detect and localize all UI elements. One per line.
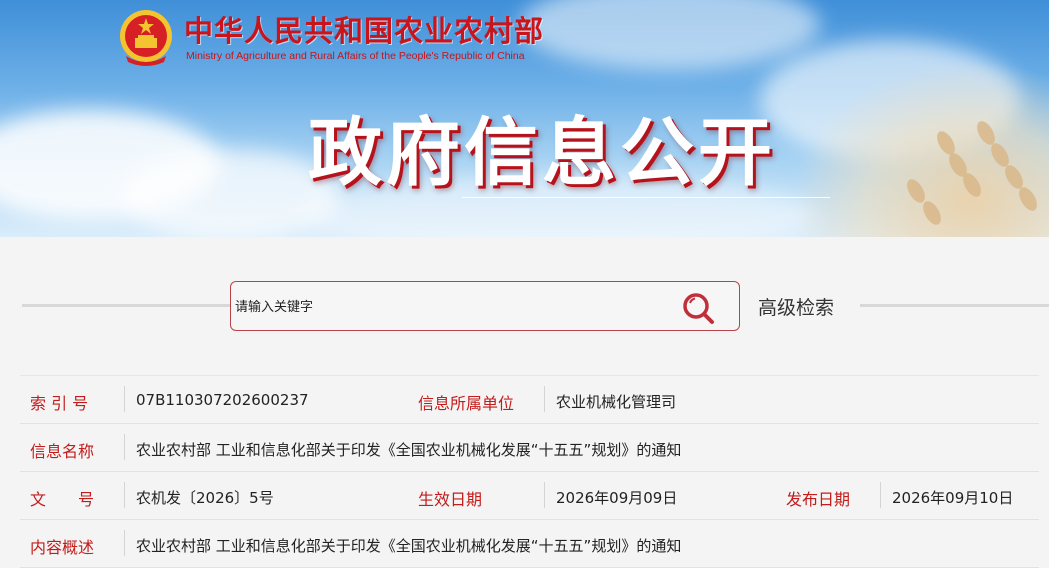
info-table: 索 引 号 07B110307202600237 信息所属单位 农业机械化管理司… bbox=[20, 375, 1039, 568]
title-underline bbox=[462, 197, 830, 198]
info-row-name: 信息名称 农业农村部 工业和信息化部关于印发《全国农业机械化发展“十五五”规划》… bbox=[20, 424, 1039, 472]
doc-number-label: 文 号 bbox=[30, 490, 95, 509]
divider-right bbox=[860, 304, 1049, 307]
search-icon[interactable] bbox=[679, 289, 719, 327]
index-label: 索 引 号 bbox=[30, 394, 89, 413]
index-value: 07B110307202600237 bbox=[136, 391, 309, 409]
ministry-name-en: Ministry of Agriculture and Rural Affair… bbox=[186, 50, 525, 62]
column-divider bbox=[124, 434, 125, 460]
info-row-doc: 文 号 农机发〔2026〕5号 生效日期 2026年09月09日 发布日期 20… bbox=[20, 472, 1039, 520]
name-label: 信息名称 bbox=[30, 442, 95, 461]
name-value: 农业农村部 工业和信息化部关于印发《全国农业机械化发展“十五五”规划》的通知 bbox=[136, 441, 682, 459]
column-divider bbox=[544, 482, 545, 508]
doc-number-value: 农机发〔2026〕5号 bbox=[136, 489, 274, 507]
advanced-search-link[interactable]: 高级检索 bbox=[758, 293, 834, 320]
search-input[interactable] bbox=[233, 294, 667, 320]
unit-label: 信息所属单位 bbox=[418, 394, 515, 413]
publish-date-label: 发布日期 bbox=[786, 490, 851, 509]
summary-label: 内容概述 bbox=[30, 538, 95, 557]
effective-date-label: 生效日期 bbox=[418, 490, 483, 509]
search-box bbox=[230, 281, 740, 331]
cloud-decoration bbox=[520, 0, 820, 70]
wheat-decoration bbox=[789, 60, 1049, 237]
unit-value: 农业机械化管理司 bbox=[556, 393, 677, 411]
national-emblem-icon bbox=[120, 10, 172, 66]
ministry-name-cn: 中华人民共和国农业农村部 bbox=[184, 14, 545, 48]
column-divider bbox=[880, 482, 881, 508]
effective-date-value: 2026年09月09日 bbox=[556, 489, 678, 507]
column-divider bbox=[124, 482, 125, 508]
page-title: 政府信息公开 bbox=[308, 110, 776, 196]
info-row-index: 索 引 号 07B110307202600237 信息所属单位 农业机械化管理司 bbox=[20, 375, 1039, 424]
summary-value: 农业农村部 工业和信息化部关于印发《全国农业机械化发展“十五五”规划》的通知 bbox=[136, 537, 682, 555]
publish-date-value: 2026年09月10日 bbox=[892, 489, 1014, 507]
column-divider bbox=[124, 530, 125, 556]
column-divider bbox=[544, 386, 545, 412]
column-divider bbox=[124, 386, 125, 412]
info-row-summary: 内容概述 农业农村部 工业和信息化部关于印发《全国农业机械化发展“十五五”规划》… bbox=[20, 520, 1039, 568]
divider-left bbox=[22, 304, 230, 307]
header-banner: 中华人民共和国农业农村部 Ministry of Agriculture and… bbox=[0, 0, 1049, 237]
